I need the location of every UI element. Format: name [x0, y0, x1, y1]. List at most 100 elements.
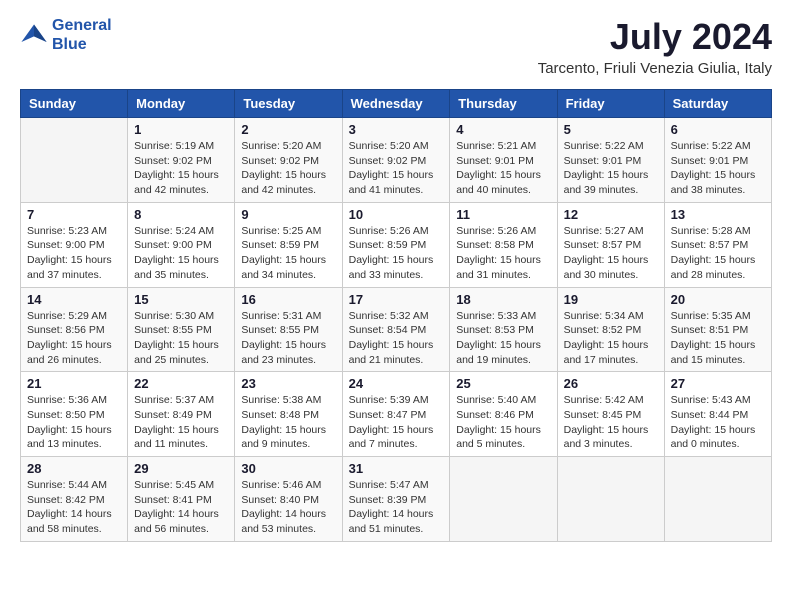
calendar-cell: 21 Sunrise: 5:36 AMSunset: 8:50 PMDayligh…	[21, 372, 128, 457]
calendar-table: SundayMondayTuesdayWednesdayThursdayFrid…	[20, 89, 772, 542]
calendar-cell: 1 Sunrise: 5:19 AMSunset: 9:02 PMDaylight…	[128, 118, 235, 203]
day-number: 21	[27, 376, 121, 391]
calendar-cell: 19Sunrise: 5:34 AMSunset: 8:52 PMDayligh…	[557, 287, 664, 372]
day-number: 2	[241, 122, 335, 137]
day-info: Sunrise: 5:47 AMSunset: 8:39 PMDaylight:…	[349, 478, 444, 537]
day-number: 31	[349, 461, 444, 476]
day-number: 4	[456, 122, 550, 137]
day-number: 11	[456, 207, 550, 222]
day-number: 12	[564, 207, 658, 222]
logo-bird-icon	[20, 21, 48, 49]
day-number: 29	[134, 461, 228, 476]
day-number: 24	[349, 376, 444, 391]
calendar-cell: 18 Sunrise: 5:33 AMSunset: 8:53 PMDayligh…	[450, 287, 557, 372]
calendar-cell: 8Sunrise: 5:24 AMSunset: 9:00 PMDaylight…	[128, 202, 235, 287]
day-info: Sunrise: 5:36 AMSunset: 8:50 PMDaylight:…	[27, 393, 121, 452]
day-info: Sunrise: 5:31 AMSunset: 8:55 PMDaylight:…	[241, 309, 335, 368]
weekday-header-thursday: Thursday	[450, 90, 557, 118]
calendar-cell: 13 Sunrise: 5:28 AMSunset: 8:57 PMDayligh…	[664, 202, 771, 287]
day-info: Sunrise: 5:20 AMSunset: 9:02 PMDaylight:…	[241, 139, 335, 198]
day-info: Sunrise: 5:45 AMSunset: 8:41 PMDaylight:…	[134, 478, 228, 537]
day-number: 9	[241, 207, 335, 222]
day-info: Sunrise: 5:30 AMSunset: 8:55 PMDaylight:…	[134, 309, 228, 368]
calendar-cell: 5Sunrise: 5:22 AMSunset: 9:01 PMDaylight…	[557, 118, 664, 203]
calendar-cell: 10Sunrise: 5:26 AMSunset: 8:59 PMDayligh…	[342, 202, 450, 287]
calendar-cell	[664, 457, 771, 542]
week-row-2: 7Sunrise: 5:23 AMSunset: 9:00 PMDaylight…	[21, 202, 772, 287]
calendar-cell: 16 Sunrise: 5:31 AMSunset: 8:55 PMDayligh…	[235, 287, 342, 372]
calendar-cell: 4Sunrise: 5:21 AMSunset: 9:01 PMDaylight…	[450, 118, 557, 203]
calendar-cell: 17Sunrise: 5:32 AMSunset: 8:54 PMDayligh…	[342, 287, 450, 372]
day-info: Sunrise: 5:22 AMSunset: 9:01 PMDaylight:…	[564, 139, 658, 198]
day-number: 20	[671, 292, 765, 307]
day-info: Sunrise: 5:38 AMSunset: 8:48 PMDaylight:…	[241, 393, 335, 452]
week-row-5: 28Sunrise: 5:44 AMSunset: 8:42 PMDayligh…	[21, 457, 772, 542]
calendar-cell: 14 Sunrise: 5:29 AMSunset: 8:56 PMDayligh…	[21, 287, 128, 372]
weekday-header-tuesday: Tuesday	[235, 90, 342, 118]
day-number: 28	[27, 461, 121, 476]
calendar-cell: 3 Sunrise: 5:20 AMSunset: 9:02 PMDaylight…	[342, 118, 450, 203]
calendar-cell	[21, 118, 128, 203]
day-number: 23	[241, 376, 335, 391]
calendar-cell: 7Sunrise: 5:23 AMSunset: 9:00 PMDaylight…	[21, 202, 128, 287]
day-number: 16	[241, 292, 335, 307]
weekday-header-friday: Friday	[557, 90, 664, 118]
day-number: 30	[241, 461, 335, 476]
day-info: Sunrise: 5:28 AMSunset: 8:57 PMDaylight:…	[671, 224, 765, 283]
day-number: 7	[27, 207, 121, 222]
calendar-cell: 24 Sunrise: 5:39 AMSunset: 8:47 PMDayligh…	[342, 372, 450, 457]
calendar-cell: 23 Sunrise: 5:38 AMSunset: 8:48 PMDayligh…	[235, 372, 342, 457]
logo-text: General Blue	[52, 16, 112, 54]
weekday-header-wednesday: Wednesday	[342, 90, 450, 118]
day-info: Sunrise: 5:33 AMSunset: 8:53 PMDaylight:…	[456, 309, 550, 368]
day-info: Sunrise: 5:46 AMSunset: 8:40 PMDaylight:…	[241, 478, 335, 537]
day-info: Sunrise: 5:22 AMSunset: 9:01 PMDaylight:…	[671, 139, 765, 198]
day-info: Sunrise: 5:19 AMSunset: 9:02 PMDaylight:…	[134, 139, 228, 198]
day-number: 1	[134, 122, 228, 137]
day-info: Sunrise: 5:32 AMSunset: 8:54 PMDaylight:…	[349, 309, 444, 368]
day-number: 22	[134, 376, 228, 391]
subtitle: Tarcento, Friuli Venezia Giulia, Italy	[538, 60, 772, 77]
day-info: Sunrise: 5:37 AMSunset: 8:49 PMDaylight:…	[134, 393, 228, 452]
day-number: 26	[564, 376, 658, 391]
day-info: Sunrise: 5:24 AMSunset: 9:00 PMDaylight:…	[134, 224, 228, 283]
day-info: Sunrise: 5:27 AMSunset: 8:57 PMDaylight:…	[564, 224, 658, 283]
day-info: Sunrise: 5:39 AMSunset: 8:47 PMDaylight:…	[349, 393, 444, 452]
calendar-cell: 6 Sunrise: 5:22 AMSunset: 9:01 PMDaylight…	[664, 118, 771, 203]
weekday-header-monday: Monday	[128, 90, 235, 118]
day-number: 6	[671, 122, 765, 137]
day-number: 3	[349, 122, 444, 137]
calendar-cell: 12 Sunrise: 5:27 AMSunset: 8:57 PMDayligh…	[557, 202, 664, 287]
day-number: 15	[134, 292, 228, 307]
calendar-cell: 30 Sunrise: 5:46 AMSunset: 8:40 PMDayligh…	[235, 457, 342, 542]
day-info: Sunrise: 5:20 AMSunset: 9:02 PMDaylight:…	[349, 139, 444, 198]
calendar-cell: 25Sunrise: 5:40 AMSunset: 8:46 PMDayligh…	[450, 372, 557, 457]
day-number: 13	[671, 207, 765, 222]
day-info: Sunrise: 5:35 AMSunset: 8:51 PMDaylight:…	[671, 309, 765, 368]
day-number: 18	[456, 292, 550, 307]
page-container: General Blue July 2024 Tarcento, Friuli …	[20, 16, 772, 542]
day-number: 19	[564, 292, 658, 307]
day-number: 27	[671, 376, 765, 391]
calendar-cell	[557, 457, 664, 542]
day-info: Sunrise: 5:43 AMSunset: 8:44 PMDaylight:…	[671, 393, 765, 452]
main-title: July 2024	[538, 16, 772, 58]
calendar-cell: 9Sunrise: 5:25 AMSunset: 8:59 PMDaylight…	[235, 202, 342, 287]
week-row-4: 21 Sunrise: 5:36 AMSunset: 8:50 PMDayligh…	[21, 372, 772, 457]
week-row-3: 14 Sunrise: 5:29 AMSunset: 8:56 PMDayligh…	[21, 287, 772, 372]
calendar-cell: 22 Sunrise: 5:37 AMSunset: 8:49 PMDayligh…	[128, 372, 235, 457]
header-area: General Blue July 2024 Tarcento, Friuli …	[20, 16, 772, 77]
calendar-header: SundayMondayTuesdayWednesdayThursdayFrid…	[21, 90, 772, 118]
day-number: 14	[27, 292, 121, 307]
calendar-cell: 2 Sunrise: 5:20 AMSunset: 9:02 PMDaylight…	[235, 118, 342, 203]
calendar-body: 1 Sunrise: 5:19 AMSunset: 9:02 PMDaylight…	[21, 118, 772, 542]
day-info: Sunrise: 5:26 AMSunset: 8:58 PMDaylight:…	[456, 224, 550, 283]
day-info: Sunrise: 5:29 AMSunset: 8:56 PMDaylight:…	[27, 309, 121, 368]
calendar-cell: 27 Sunrise: 5:43 AMSunset: 8:44 PMDayligh…	[664, 372, 771, 457]
calendar-cell: 28Sunrise: 5:44 AMSunset: 8:42 PMDayligh…	[21, 457, 128, 542]
calendar-cell	[450, 457, 557, 542]
calendar-cell: 31 Sunrise: 5:47 AMSunset: 8:39 PMDayligh…	[342, 457, 450, 542]
day-number: 10	[349, 207, 444, 222]
title-area: July 2024 Tarcento, Friuli Venezia Giuli…	[538, 16, 772, 77]
day-number: 25	[456, 376, 550, 391]
